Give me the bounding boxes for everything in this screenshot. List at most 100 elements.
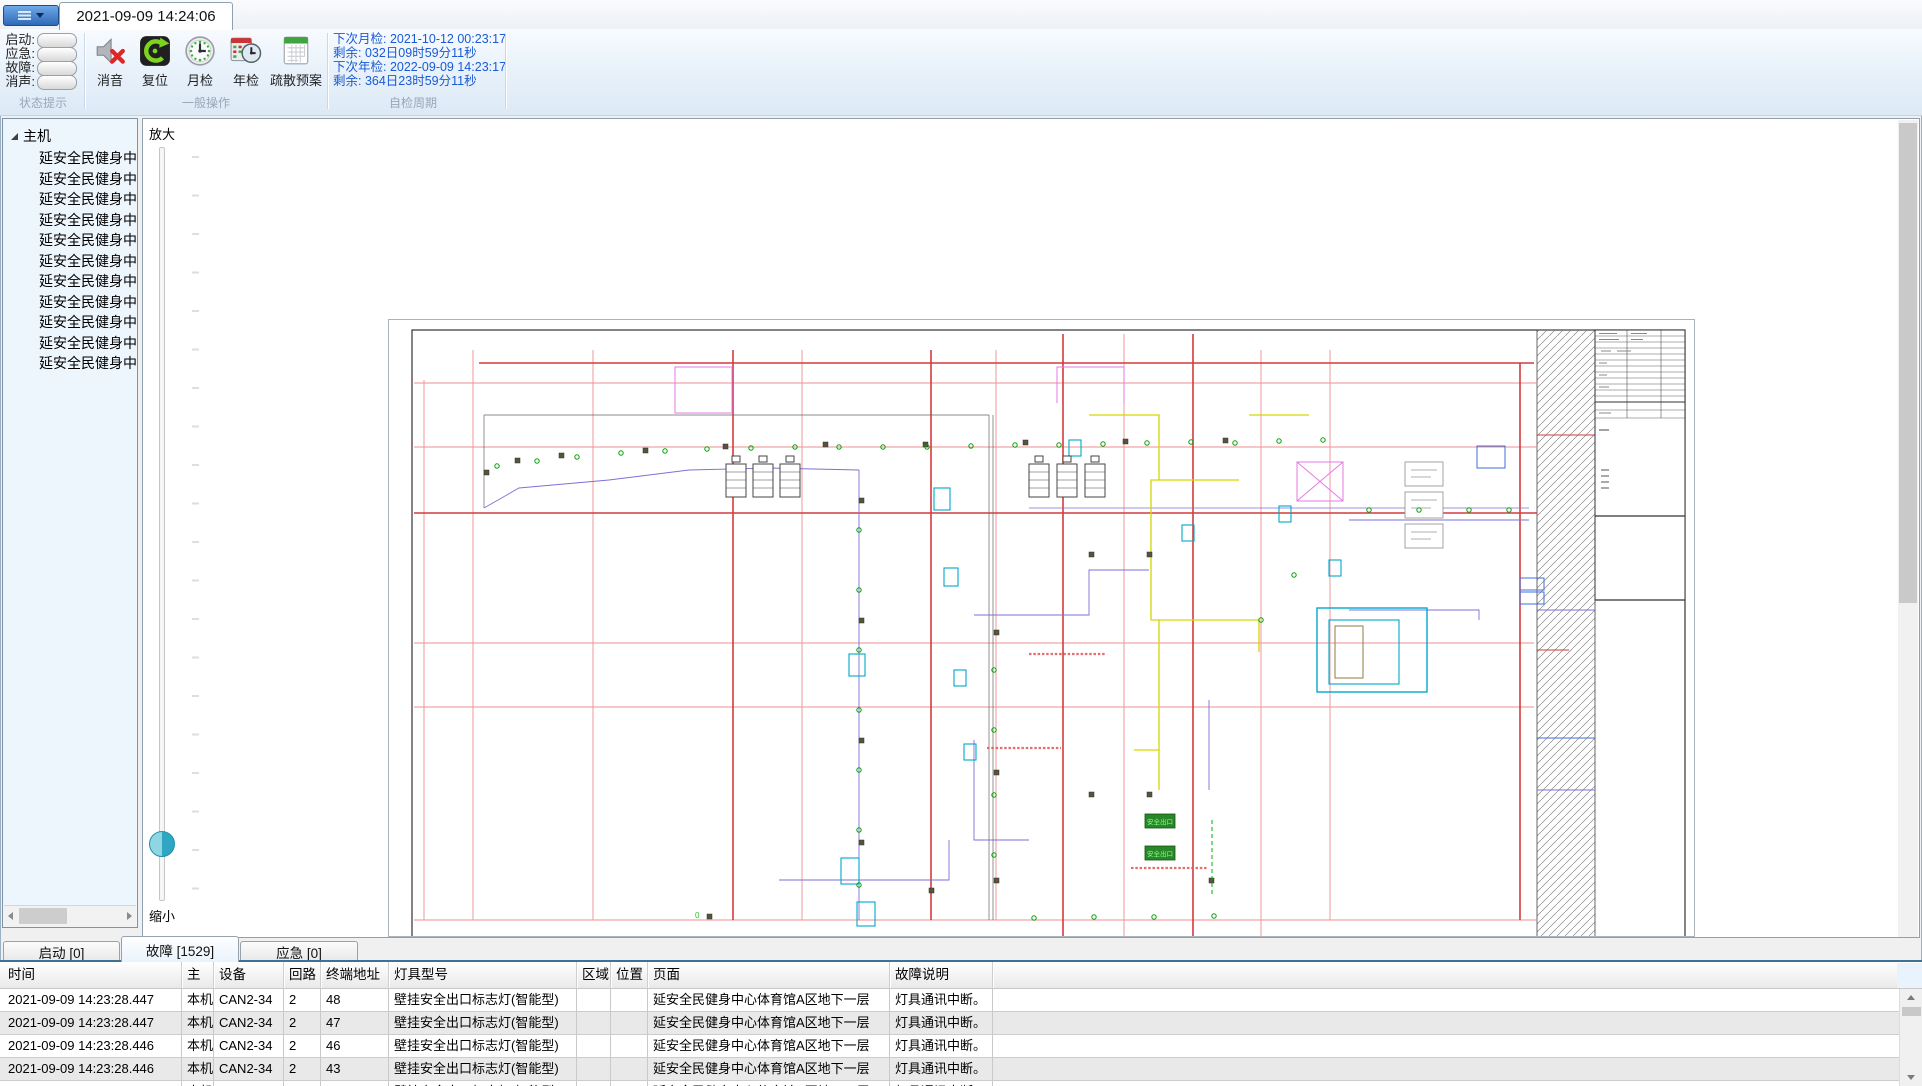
scroll-right-icon[interactable] xyxy=(127,912,132,920)
cell-device: CAN2-34 xyxy=(214,1058,284,1080)
tree-item-page[interactable]: 延安全民健身中心体育馆A区地下一层 xyxy=(39,312,138,332)
group-caption-actions: 一般操作 xyxy=(86,96,326,110)
cell-fault-description: 灯具通讯中断。 xyxy=(890,989,993,1011)
title-row: 2021-09-09 14:24:06 xyxy=(0,0,1922,29)
column-header-terminal-address[interactable]: 终端地址 xyxy=(321,962,389,988)
tree-item-page[interactable]: 延安全民健身中心体育馆A区地下一层 xyxy=(39,333,138,353)
drawing-vertical-scrollbar[interactable] xyxy=(1898,120,1918,937)
green-origin-label: 0 xyxy=(695,911,700,920)
tree-item-page[interactable]: 延安全民健身中心体育馆A区地下一层 xyxy=(39,230,138,250)
menu-icon xyxy=(18,11,31,20)
exit-sign: 安全出口 xyxy=(1145,814,1175,828)
cell-host: 本机 xyxy=(182,1058,214,1080)
cell-device: CAN2-34 xyxy=(214,1081,284,1086)
cell-page: 延安全民健身中心体育馆A区地下一层 xyxy=(648,1081,890,1086)
table-row[interactable]: 2021-09-09 14:23:28.446 本机 CAN2-34 2 43 … xyxy=(0,1058,1922,1081)
column-header-time[interactable]: 时间 xyxy=(0,962,182,988)
cell-area xyxy=(577,989,611,1011)
tab-start-events[interactable]: 启动 [0] xyxy=(3,941,120,961)
monthly-check-button-label: 月检 xyxy=(187,70,213,89)
table-vertical-scrollbar[interactable] xyxy=(1899,989,1922,1086)
column-header-device[interactable]: 设备 xyxy=(214,962,284,988)
column-header-host[interactable]: 主机 xyxy=(182,962,214,988)
group-caption-status: 状态提示 xyxy=(2,96,84,110)
column-header-position[interactable]: 位置 xyxy=(611,962,648,988)
column-header-fault-description[interactable]: 故障说明 xyxy=(890,962,993,988)
datetime-tab[interactable]: 2021-09-09 14:24:06 xyxy=(59,2,233,30)
monthly-remaining-text: 剩余: 032日09时59分11秒 xyxy=(333,46,477,60)
cell-time: 2021-09-09 14:23:28.446 xyxy=(0,1058,182,1080)
column-header-area[interactable]: 区域 xyxy=(577,962,611,988)
column-header-loop[interactable]: 回路 xyxy=(284,962,321,988)
floor-plan-svg: 安全出口 安全出口 0 xyxy=(389,320,1695,937)
table-row[interactable]: 2021-09-09 14:23:28.447 本机 CAN2-34 2 48 … xyxy=(0,989,1922,1012)
scroll-up-icon[interactable] xyxy=(1907,995,1915,1000)
scrollbar-thumb[interactable] xyxy=(1899,123,1917,603)
reset-icon xyxy=(139,35,171,67)
tab-emergency-events[interactable]: 应急 [0] xyxy=(240,941,358,961)
tree-item-page[interactable]: 延安全民健身中心体育馆A区地下一层 xyxy=(39,251,138,271)
tree-item-page[interactable]: 延安全民健身中心体育馆A区地下一层 xyxy=(39,189,138,209)
cell-fault-description: 灯具通讯中断。 xyxy=(890,1058,993,1080)
device-circles-green xyxy=(495,438,1511,920)
cell-filler xyxy=(993,1081,1922,1086)
table-row[interactable]: 2021-09-09 14:23:28.447 本机 CAN2-34 2 47 … xyxy=(0,1012,1922,1035)
column-header-lamp-model[interactable]: 灯具型号 xyxy=(389,962,577,988)
scroll-down-icon[interactable] xyxy=(1907,1075,1915,1080)
cell-loop: 2 xyxy=(284,1012,321,1034)
tree-root-label: 主机 xyxy=(23,126,51,146)
reset-button-label: 复位 xyxy=(142,70,168,89)
next-monthly-check-text: 下次月检: 2021-10-12 00:23:17 xyxy=(333,32,506,46)
cell-position xyxy=(611,989,648,1011)
fault-table-header: 时间 主机 设备 回路 终端地址 灯具型号 区域 位置 页面 故障说明 xyxy=(0,962,1922,989)
table-top-border xyxy=(0,960,1922,962)
annual-check-calendar-clock-icon xyxy=(230,35,262,67)
scroll-left-icon[interactable] xyxy=(8,912,13,920)
cell-area xyxy=(577,1058,611,1080)
tree-item-page[interactable]: 延安全民健身中心体育馆A区地下一层 xyxy=(39,210,138,230)
blue-boxes xyxy=(1477,446,1544,604)
cell-lamp-model: 壁挂安全出口标志灯(智能型) xyxy=(389,1081,577,1086)
group-caption-selfcheck: 自检周期 xyxy=(333,96,493,110)
tree-item-page[interactable]: 延安全民健身中心体育馆A区地下一层 xyxy=(39,353,138,373)
cell-host: 本机 xyxy=(182,989,214,1011)
tree-expander-icon[interactable] xyxy=(11,133,18,140)
fault-table-body: 2021-09-09 14:23:28.447 本机 CAN2-34 2 48 … xyxy=(0,989,1922,1086)
tree-item-page[interactable]: 延安全民健身中心体育馆A区地下一层 xyxy=(39,271,138,291)
chevron-down-icon xyxy=(36,13,44,18)
zoom-slider-ticks xyxy=(192,156,199,904)
tree-root-host[interactable]: 主机 xyxy=(11,127,51,145)
scrollbar-thumb[interactable] xyxy=(19,908,67,924)
tree-item-page[interactable]: 延安全民健身中心体育馆A区地下一层 xyxy=(39,169,138,189)
header-scrollbar-cap xyxy=(1897,963,1922,988)
cell-filler xyxy=(993,1012,1922,1034)
panel-boxes xyxy=(1405,462,1443,548)
mute-button-label: 消音 xyxy=(97,70,123,89)
zoom-out-label: 缩小 xyxy=(149,906,175,925)
tab-fault-events[interactable]: 故障 [1529] xyxy=(121,936,239,962)
cell-terminal-address: 43 xyxy=(321,1058,389,1080)
menu-button[interactable] xyxy=(3,5,59,26)
cell-host: 本机 xyxy=(182,1081,214,1086)
status-label-emergency: 应急: xyxy=(3,47,35,61)
zoom-slider-thumb[interactable] xyxy=(149,831,175,857)
table-row[interactable]: 2021-09-09 14:23:28.446 本机 CAN2-34 2 46 … xyxy=(0,1035,1922,1058)
cell-device: CAN2-34 xyxy=(214,989,284,1011)
cell-area xyxy=(577,1081,611,1086)
zoom-slider-track[interactable] xyxy=(159,147,165,901)
exit-sign-text: 安全出口 xyxy=(1147,849,1173,858)
cabinet-group-center xyxy=(1029,456,1105,497)
column-header-filler xyxy=(993,962,1922,988)
column-header-page[interactable]: 页面 xyxy=(648,962,890,988)
floor-plan-viewport[interactable]: 安全出口 安全出口 0 xyxy=(388,319,1695,937)
scrollbar-thumb[interactable] xyxy=(1902,1007,1921,1016)
cell-device: CAN2-34 xyxy=(214,1012,284,1034)
red-annotation-marks xyxy=(987,654,1207,868)
sidebar-horizontal-scrollbar[interactable] xyxy=(4,905,136,927)
cell-terminal-address: 42 xyxy=(321,1081,389,1086)
tree-item-page[interactable]: 延安全民健身中心体育馆A区地下一层 xyxy=(39,148,138,168)
magenta-outlines xyxy=(675,367,1343,501)
table-row[interactable]: 2021-09-09 14:23:28.445 本机 CAN2-34 2 42 … xyxy=(0,1081,1922,1086)
cell-lamp-model: 壁挂安全出口标志灯(智能型) xyxy=(389,1035,577,1057)
tree-item-page[interactable]: 延安全民健身中心体育馆A区地下一层 xyxy=(39,292,138,312)
